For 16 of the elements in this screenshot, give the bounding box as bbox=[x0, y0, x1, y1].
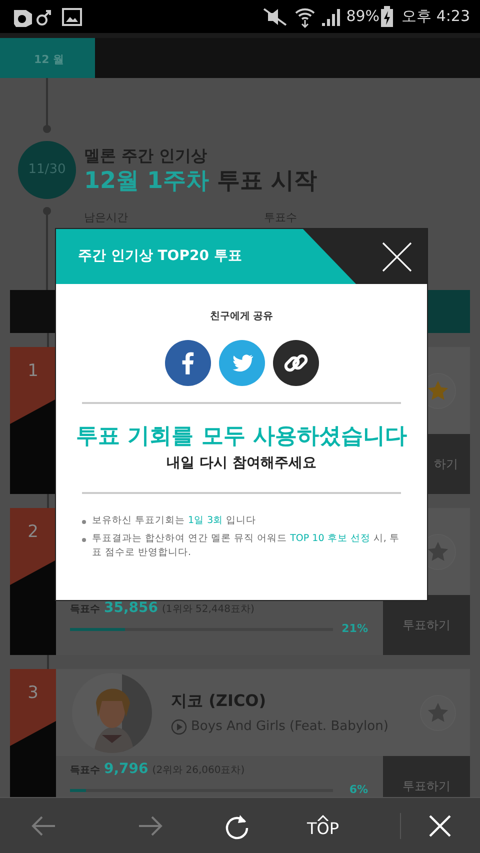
status-message: 투표 기회를 모두 사용하셨습니다 bbox=[75, 423, 408, 451]
share-label: 친구에게 공유 bbox=[208, 310, 274, 324]
note-text: 투표결과는 합산하여 연간 멜론 뮤직 어워드 TOP 10 후보 선정 시, 투표 점수로 반영합니다. bbox=[92, 532, 400, 560]
sub-message: 내일 다시 참여해주세요 bbox=[166, 454, 318, 473]
vote-percent: 21% bbox=[340, 623, 368, 636]
vote-percent: 6% bbox=[348, 784, 368, 796]
vote-count: 9,796 bbox=[104, 760, 148, 779]
note-text: 보유하신 투표기회는 1일 3회 입니다 bbox=[92, 514, 256, 528]
clock: 오후 4:23 bbox=[402, 6, 470, 28]
rank-number: 2 bbox=[26, 521, 40, 544]
rank-number: 1 bbox=[26, 360, 40, 383]
battery-percent: 89% bbox=[346, 6, 380, 28]
artist-name: 지코 (ZICO) bbox=[171, 690, 268, 712]
rank-number: 3 bbox=[26, 682, 40, 705]
modal-title: 주간 인기상 TOP20 투표 bbox=[78, 247, 242, 266]
vote-count: 35,856 bbox=[104, 599, 158, 618]
